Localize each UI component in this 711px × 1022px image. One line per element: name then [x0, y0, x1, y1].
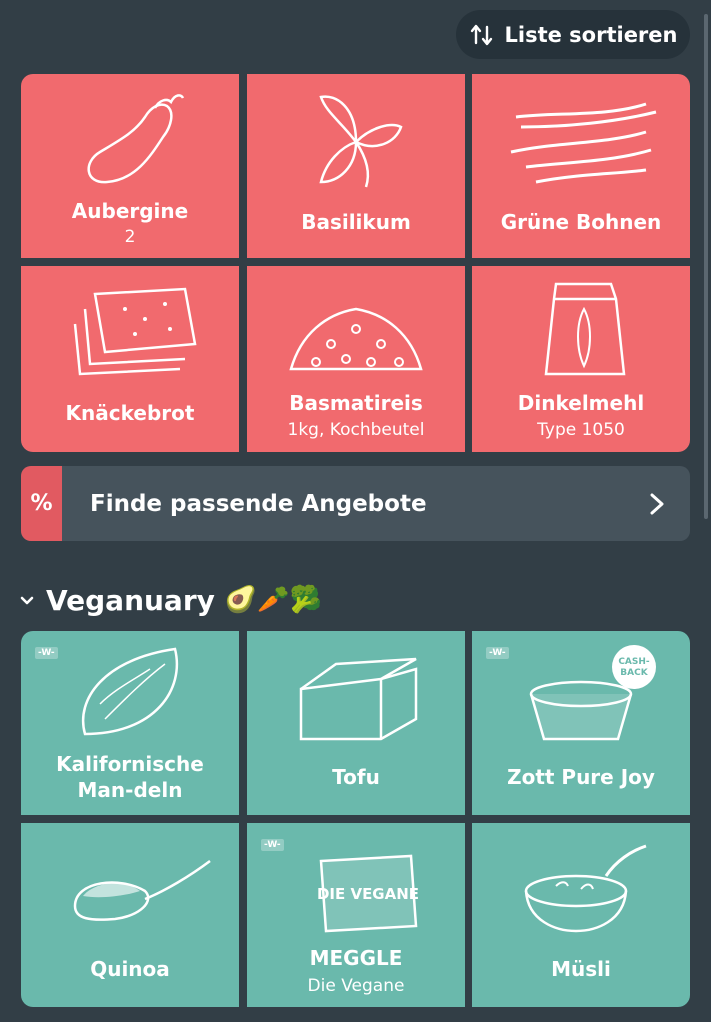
list-item[interactable]: Dinkelmehl Type 1050	[472, 266, 690, 452]
section-emoji: 🥑🥕🥦	[224, 585, 323, 615]
item-name: Zott Pure Joy	[507, 765, 655, 789]
scrollbar[interactable]	[704, 14, 708, 519]
veganuary-grid: -W- Kalifornische Man-deln Tofu -W- CASH…	[21, 631, 690, 1007]
flour-bag-icon	[544, 282, 626, 376]
sort-list-button[interactable]: Liste sortieren	[456, 10, 690, 59]
item-name: Müsli	[551, 957, 611, 981]
spoon-grain-icon	[73, 859, 211, 921]
tofu-icon	[299, 657, 418, 741]
eggplant-icon	[87, 94, 185, 184]
item-name: Basilikum	[301, 210, 411, 234]
section-title: Veganuary	[46, 583, 215, 617]
rice-icon	[289, 307, 423, 371]
item-name: Knäckebrot	[65, 401, 195, 425]
list-item[interactable]: Aubergine 2	[21, 74, 239, 258]
item-name: Tofu	[332, 765, 380, 789]
sort-arrows-icon	[470, 24, 492, 45]
find-offers-label: Finde passende Angebote	[90, 490, 427, 517]
list-item[interactable]: Basmatireis 1kg, Kochbeutel	[247, 266, 465, 452]
crispbread-icon	[73, 287, 197, 376]
chevron-right-icon	[650, 493, 664, 514]
list-item[interactable]: Grüne Bohnen	[472, 74, 690, 258]
item-name: Dinkelmehl	[517, 391, 645, 415]
item-detail: Type 1050	[537, 420, 625, 440]
item-detail: 1kg, Kochbeutel	[287, 420, 425, 440]
percent-icon: %	[21, 466, 62, 541]
list-item[interactable]: Basilikum	[247, 74, 465, 258]
section-header-veganuary[interactable]: Veganuary 🥑🥕🥦	[18, 578, 322, 622]
list-item[interactable]: -W- Kalifornische Man-deln	[21, 631, 239, 815]
list-item[interactable]: Tofu	[247, 631, 465, 815]
list-item[interactable]: Knäckebrot	[21, 266, 239, 452]
item-name: Grüne Bohnen	[500, 210, 662, 234]
item-name: Basmatireis	[289, 391, 423, 415]
list-item[interactable]: -W- DIE VEGANE MEGGLE Die Vegane	[247, 823, 465, 1007]
item-name: Aubergine	[71, 199, 189, 223]
list-item[interactable]: -W- CASH- BACK Zott Pure Joy	[472, 631, 690, 815]
item-name: MEGGLE	[309, 946, 403, 970]
item-detail: 2	[124, 227, 136, 247]
list-item[interactable]: Müsli	[472, 823, 690, 1007]
butter-pack-icon: DIE VEGANE	[317, 854, 419, 933]
svg-text:BACK: BACK	[620, 668, 648, 678]
find-offers-banner[interactable]: % Finde passende Angebote	[21, 466, 690, 541]
item-name: Kalifornische Man-deln	[56, 752, 204, 802]
cereal-bowl-icon	[524, 844, 647, 933]
item-name: Quinoa	[90, 957, 170, 981]
cashback-text: CASH-	[618, 657, 650, 667]
green-beans-icon	[510, 102, 657, 184]
list-item[interactable]: Quinoa	[21, 823, 239, 1007]
yogurt-cup-icon: CASH- BACK	[529, 645, 656, 741]
pack-text: DIE VEGANE	[317, 885, 419, 903]
chevron-down-icon	[20, 596, 34, 605]
shopping-list-grid: Aubergine 2 Basilikum Grüne Bohnen Knäck…	[21, 74, 690, 452]
basil-icon	[319, 95, 403, 188]
sort-list-label: Liste sortieren	[504, 22, 678, 47]
item-detail: Die Vegane	[307, 976, 405, 996]
almond-icon	[81, 647, 179, 736]
